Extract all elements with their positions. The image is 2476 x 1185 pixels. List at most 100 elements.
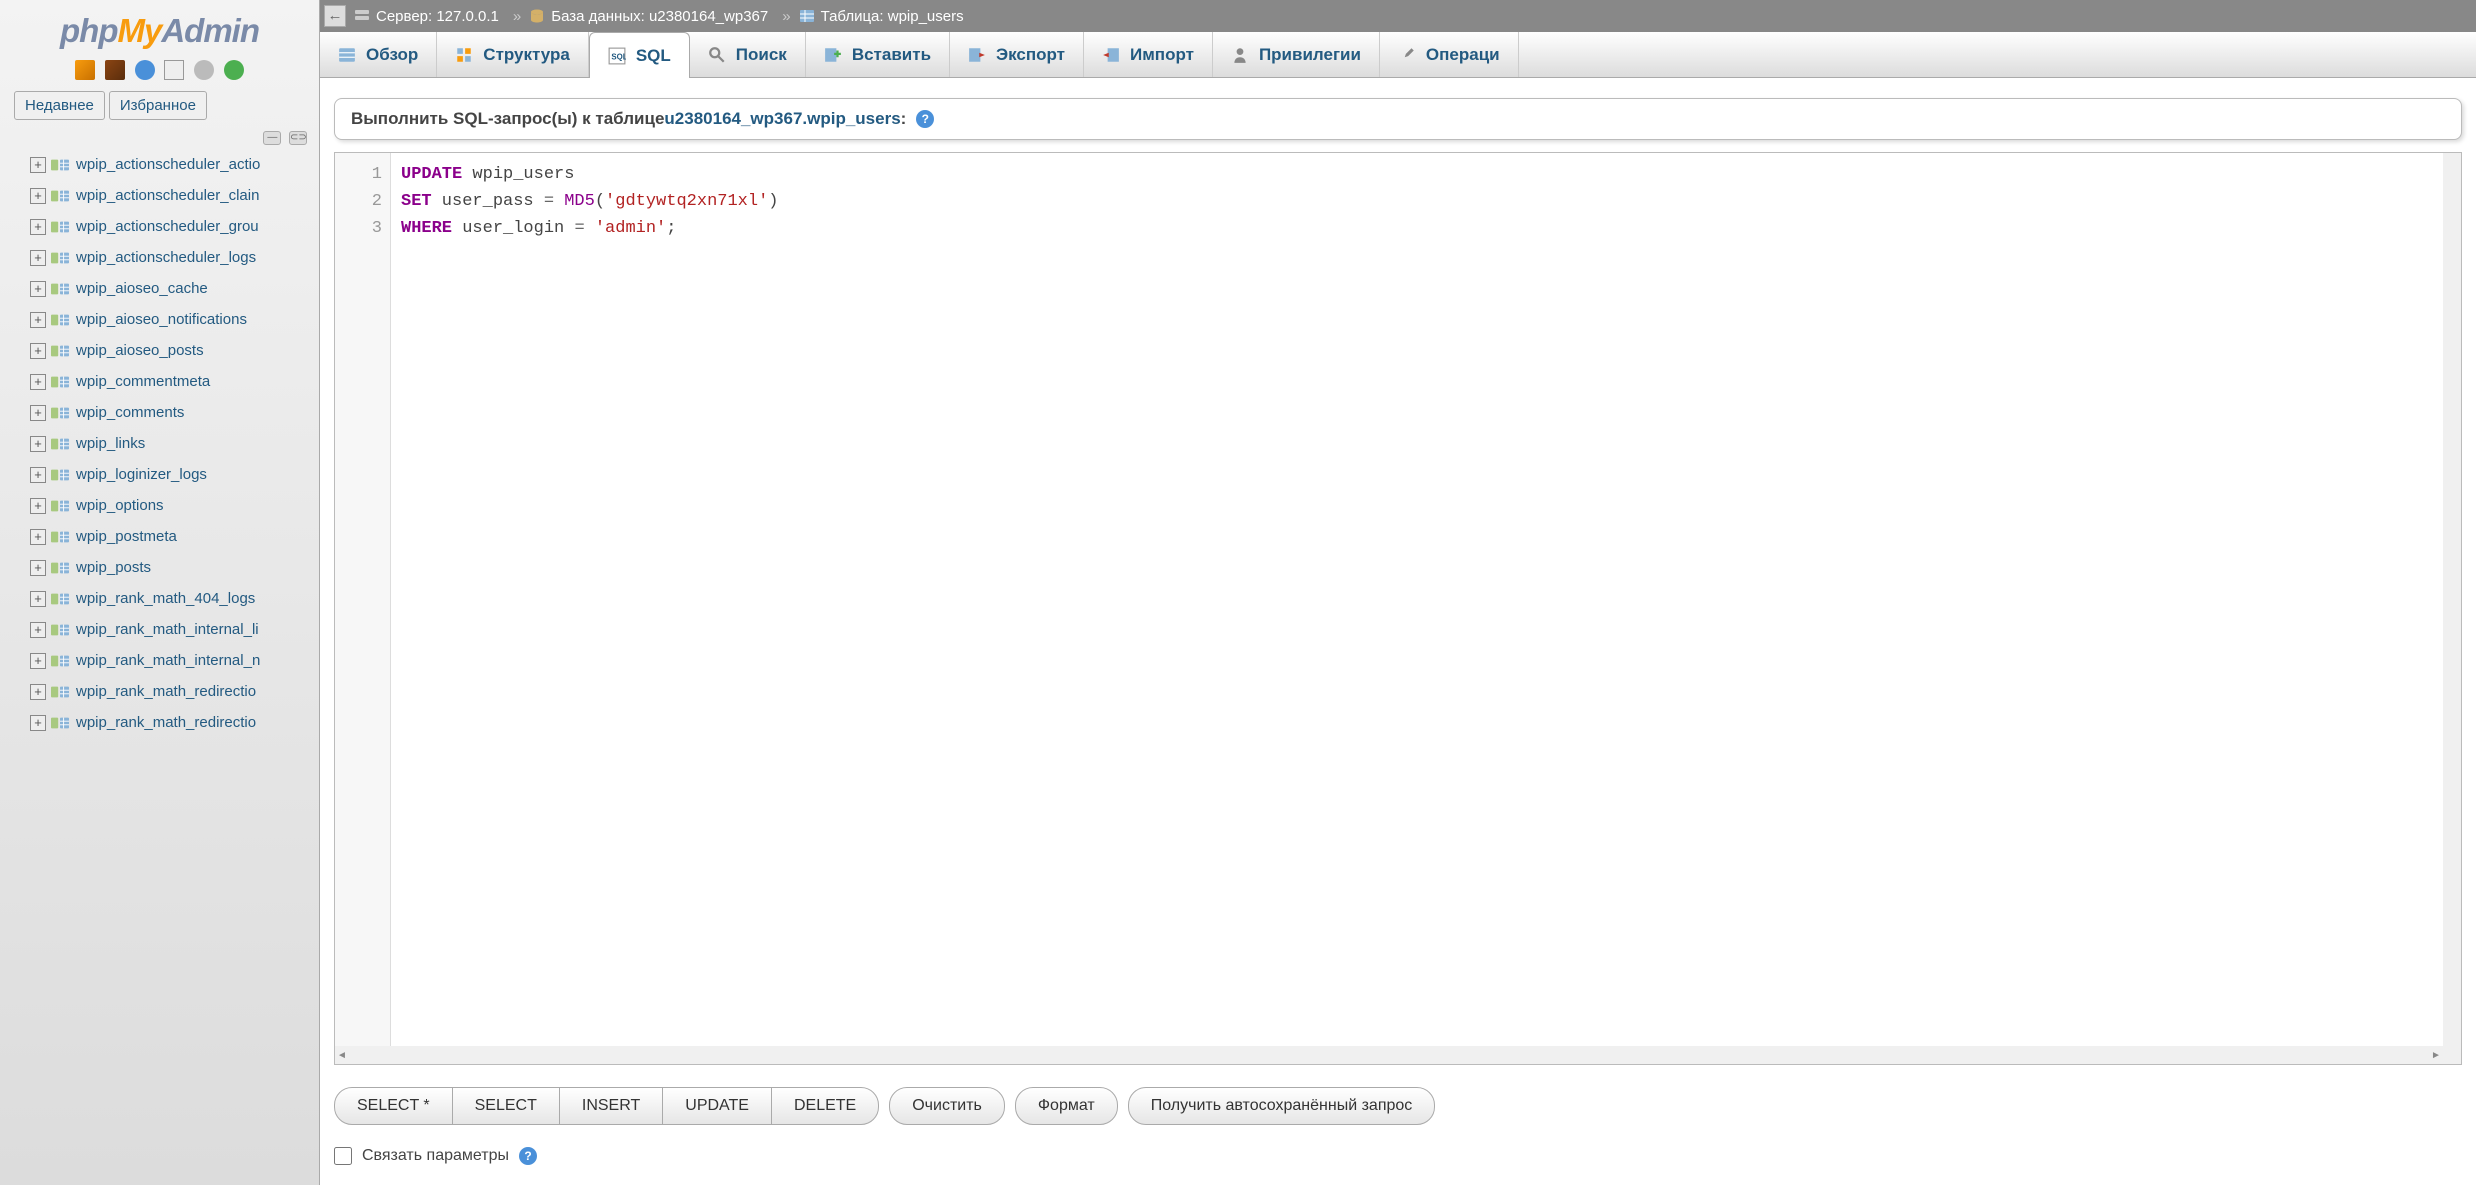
tab-insert[interactable]: Вставить <box>806 32 950 77</box>
expand-icon[interactable]: + <box>30 467 46 483</box>
sql-header-suffix: : <box>901 109 907 129</box>
expand-icon[interactable]: + <box>30 250 46 266</box>
table-tree-item[interactable]: + wpip_aioseo_cache <box>30 273 319 304</box>
select-button[interactable]: SELECT <box>453 1088 560 1124</box>
expand-icon[interactable]: + <box>30 405 46 421</box>
table-name: wpip_options <box>76 497 164 514</box>
table-icon <box>50 312 70 328</box>
nav-favorite-tab[interactable]: Избранное <box>109 91 207 120</box>
table-tree-item[interactable]: + wpip_links <box>30 428 319 459</box>
format-button[interactable]: Формат <box>1015 1087 1118 1125</box>
expand-icon[interactable]: + <box>30 343 46 359</box>
table-tree-item[interactable]: +wpip_actionscheduler_actio <box>30 149 319 180</box>
tab-operations[interactable]: Операци <box>1380 32 1519 77</box>
table-name: wpip_links <box>76 435 145 452</box>
link-icon[interactable]: ⊂⊃ <box>289 131 307 145</box>
scroll-left-icon[interactable]: ◄ <box>335 1050 349 1061</box>
table-tree-item[interactable]: + wpip_actionscheduler_clain <box>30 180 319 211</box>
expand-icon[interactable]: + <box>30 560 46 576</box>
table-name: wpip_aioseo_cache <box>76 280 208 297</box>
expand-icon[interactable]: + <box>30 219 46 235</box>
table-name: wpip_rank_math_redirectio <box>76 714 256 731</box>
tab-import[interactable]: Импорт <box>1084 32 1213 77</box>
insert-icon <box>824 46 842 64</box>
table-tree-item[interactable]: +wpip_commentmeta <box>30 366 319 397</box>
select-star-button[interactable]: SELECT * <box>335 1088 453 1124</box>
settings-icon[interactable] <box>194 60 214 80</box>
nav-recent-tab[interactable]: Недавнее <box>14 91 105 120</box>
help-icon[interactable] <box>135 60 155 80</box>
expand-icon[interactable]: + <box>30 374 46 390</box>
table-tree-item[interactable]: +wpip_rank_math_404_logs <box>30 583 319 614</box>
collapse-all-icon[interactable]: — <box>263 131 281 145</box>
docs-icon[interactable] <box>164 60 184 80</box>
table-tree-item[interactable]: +wpip_rank_math_internal_n <box>30 645 319 676</box>
database-icon <box>529 8 545 24</box>
table-tree-item[interactable]: + wpip_rank_math_redirectio <box>30 676 319 707</box>
sql-editor[interactable]: 1 2 3 UPDATE wpip_usersSET user_pass = M… <box>334 152 2462 1065</box>
expand-icon[interactable]: + <box>30 312 46 328</box>
table-name: wpip_loginizer_logs <box>76 466 207 483</box>
bc-table[interactable]: Таблица: wpip_users <box>799 8 964 25</box>
logo[interactable]: phpMyAdmin <box>0 0 319 56</box>
tab-structure[interactable]: Структура <box>437 32 589 77</box>
tab-privileges[interactable]: Привилегии <box>1213 32 1380 77</box>
expand-icon[interactable]: + <box>30 684 46 700</box>
table-tree-item[interactable]: + wpip_postmeta <box>30 521 319 552</box>
scroll-right-icon[interactable]: ► <box>2429 1050 2443 1061</box>
expand-icon[interactable]: + <box>30 653 46 669</box>
bc-database[interactable]: База данных: u2380164_wp367 <box>529 8 768 25</box>
autosave-button[interactable]: Получить автосохранённый запрос <box>1128 1087 1436 1125</box>
table-tree-item[interactable]: +wpip_rank_math_internal_li <box>30 614 319 645</box>
tab-browse[interactable]: Обзор <box>320 32 437 77</box>
table-tree-item[interactable]: + wpip_loginizer_logs <box>30 459 319 490</box>
delete-button[interactable]: DELETE <box>772 1088 878 1124</box>
table-tree-item[interactable]: +wpip_posts <box>30 552 319 583</box>
expand-icon[interactable]: + <box>30 529 46 545</box>
tab-sql[interactable]: SQLSQL <box>589 32 690 78</box>
update-button[interactable]: UPDATE <box>663 1088 772 1124</box>
expand-icon[interactable]: + <box>30 188 46 204</box>
tab-export[interactable]: Экспорт <box>950 32 1084 77</box>
table-icon <box>50 188 70 204</box>
editor-vscroll[interactable] <box>2443 153 2461 1064</box>
insert-button[interactable]: INSERT <box>560 1088 663 1124</box>
expand-icon[interactable]: + <box>30 715 46 731</box>
table-icon <box>50 436 70 452</box>
collapse-sidebar-icon[interactable]: ← <box>324 5 346 27</box>
table-tree-item[interactable]: + wpip_rank_math_redirectio <box>30 707 319 738</box>
table-tree-item[interactable]: + wpip_aioseo_posts <box>30 335 319 366</box>
clear-button[interactable]: Очистить <box>889 1087 1005 1125</box>
logo-my: My <box>117 12 161 49</box>
table-tree-item[interactable]: +wpip_aioseo_notifications <box>30 304 319 335</box>
expand-icon[interactable]: + <box>30 591 46 607</box>
table-tree-item[interactable]: + wpip_options <box>30 490 319 521</box>
import-icon <box>1102 46 1120 64</box>
home-icon[interactable] <box>75 60 95 80</box>
logout-icon[interactable] <box>105 60 125 80</box>
tab-search[interactable]: Поиск <box>690 32 806 77</box>
expand-icon[interactable]: + <box>30 622 46 638</box>
expand-icon[interactable]: + <box>30 498 46 514</box>
table-tree-item[interactable]: +wpip_comments <box>30 397 319 428</box>
expand-icon[interactable]: + <box>30 436 46 452</box>
table-name: wpip_actionscheduler_logs <box>76 249 256 266</box>
table-name: wpip_postmeta <box>76 528 177 545</box>
expand-icon[interactable]: + <box>30 281 46 297</box>
table-name: wpip_actionscheduler_clain <box>76 187 259 204</box>
help-icon[interactable]: ? <box>519 1147 537 1165</box>
browse-icon <box>338 46 356 64</box>
sql-header-link[interactable]: u2380164_wp367.wpip_users <box>664 109 900 129</box>
editor-hscroll[interactable]: ◄► <box>335 1046 2443 1064</box>
table-name: wpip_rank_math_redirectio <box>76 683 256 700</box>
reload-icon[interactable] <box>224 60 244 80</box>
table-tree-item[interactable]: + wpip_actionscheduler_logs <box>30 242 319 273</box>
expand-icon[interactable]: + <box>30 157 46 173</box>
table-icon <box>50 374 70 390</box>
table-name: wpip_aioseo_posts <box>76 342 204 359</box>
help-icon[interactable]: ? <box>916 110 934 128</box>
bind-params-checkbox[interactable] <box>334 1147 352 1165</box>
bc-server[interactable]: Сервер: 127.0.0.1 <box>354 8 499 25</box>
editor-code[interactable]: UPDATE wpip_usersSET user_pass = MD5('gd… <box>391 153 2443 1064</box>
table-tree-item[interactable]: +wpip_actionscheduler_grou <box>30 211 319 242</box>
